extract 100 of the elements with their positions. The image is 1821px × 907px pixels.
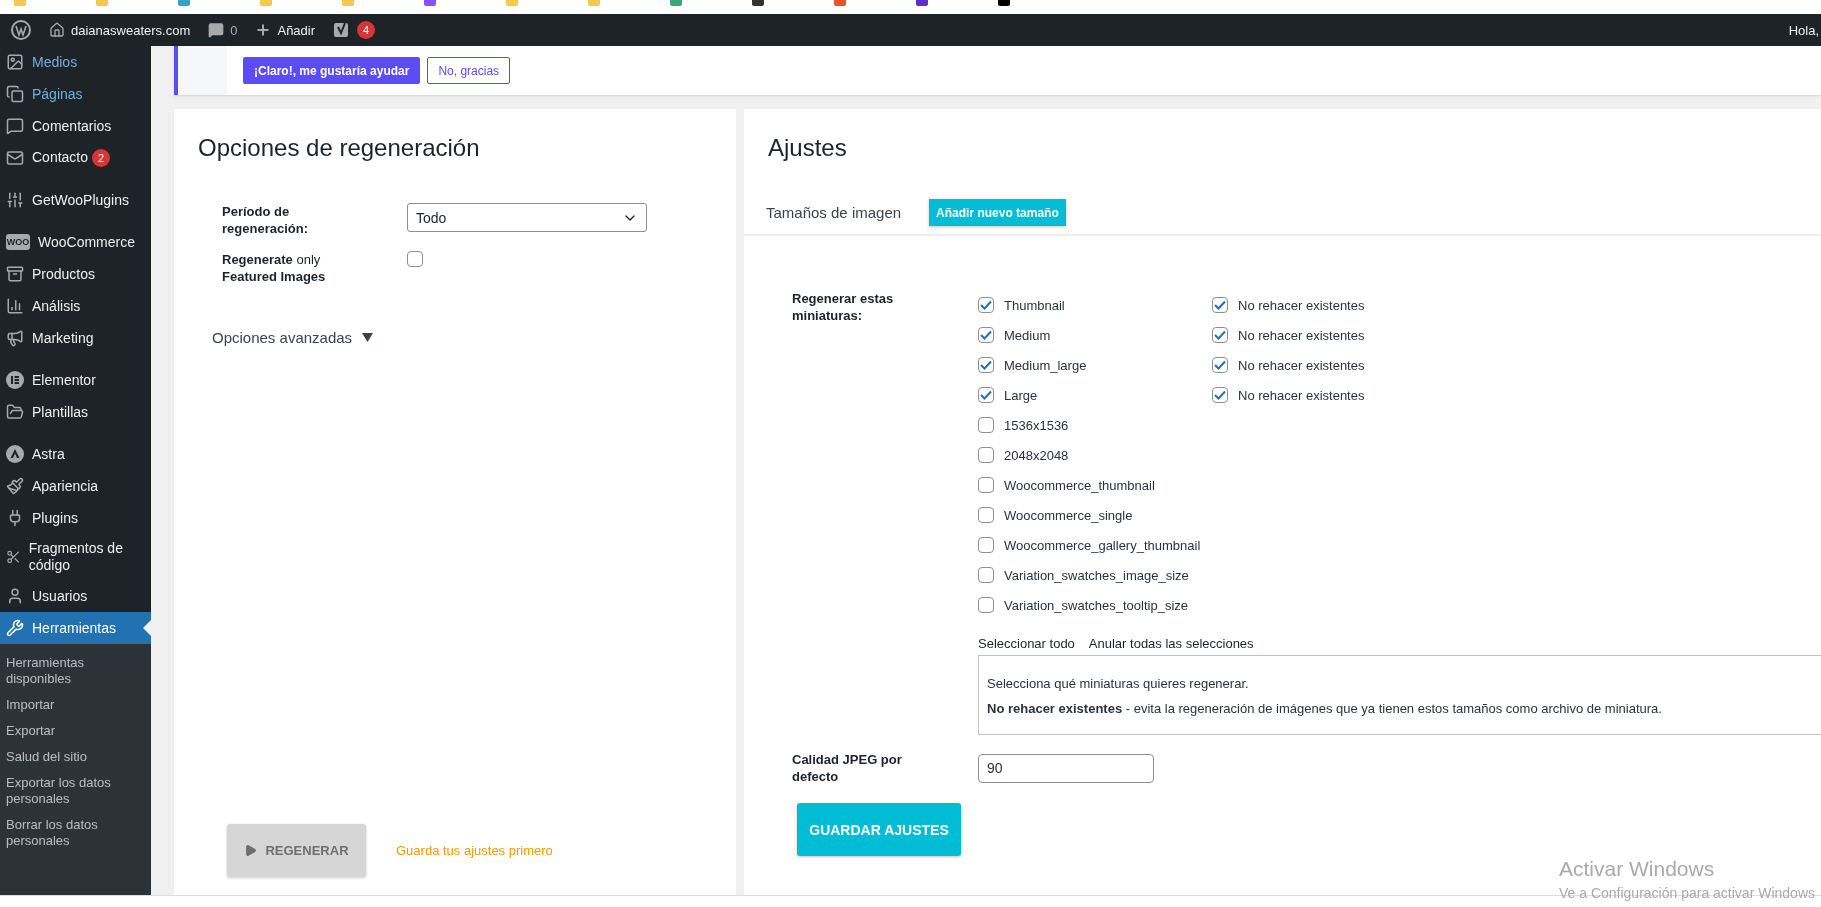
site-link[interactable]: daianasweaters.com (40, 14, 200, 46)
bookmark-icon[interactable] (916, 0, 928, 6)
triangle-down-icon[interactable] (362, 333, 374, 342)
checkbox[interactable] (978, 297, 994, 313)
hint-text: Guarda tus ajustes primero (396, 843, 553, 858)
greeting-text[interactable]: Hola, (1788, 22, 1821, 38)
sidebar-item[interactable]: Productos (0, 258, 151, 290)
description-text: No rehacer existentes - evita la regeneración de imágenes que ya tienen estos tamaños como archivo de miniatura. (987, 701, 1663, 716)
accept-button[interactable]: ¡Claro!, me gustaría ayudar (243, 57, 421, 84)
submenu-item[interactable]: Exportar (0, 718, 151, 744)
speech-bubble-icon (6, 117, 24, 135)
seo-menu[interactable]: 4 (324, 14, 385, 46)
advanced-options-toggle[interactable]: Opciones avanzadas (212, 329, 353, 346)
checkbox[interactable] (978, 507, 994, 523)
sliders-icon (6, 191, 24, 209)
home-icon (49, 22, 65, 38)
checkbox[interactable] (978, 387, 994, 403)
sidebar-item[interactable]: Plantillas (0, 396, 151, 428)
checkbox-label: No rehacer existentes (1238, 327, 1365, 343)
checkbox[interactable] (407, 251, 423, 267)
field-label: Regenerar estas miniaturas: (792, 290, 895, 325)
checkbox-label: Medium (1004, 327, 1051, 343)
activation-title: Activar Windows (1558, 857, 1716, 881)
submenu-item[interactable]: Exportar los datos personales (0, 770, 151, 812)
count-badge: 2 (91, 149, 110, 168)
sidebar-item[interactable]: Elementor (0, 364, 151, 396)
checkbox-label: Large (1004, 387, 1038, 403)
archive-icon (6, 265, 24, 283)
checkbox-label: Variation_swatches_image_size (1004, 567, 1189, 583)
scissors-icon (6, 548, 21, 566)
selection-link[interactable]: Seleccionar todo (978, 636, 1075, 651)
panel-title: Opciones de regeneración (197, 133, 481, 163)
checkbox[interactable] (1212, 357, 1228, 373)
checkbox[interactable] (978, 597, 994, 613)
checkbox-label: Woocommerce_thumbnail (1004, 477, 1155, 493)
field-label: Período de regeneración: (222, 203, 309, 237)
checkbox-label: No rehacer existentes (1238, 387, 1365, 403)
sidebar-item[interactable]: Plugins (0, 502, 151, 534)
checkbox[interactable] (978, 417, 994, 433)
wrench-icon (6, 619, 24, 637)
envelope-icon (6, 149, 24, 167)
notification-badge: 4 (357, 21, 376, 39)
bookmark-icon[interactable] (998, 0, 1010, 6)
sidebar-item[interactable]: Contacto 2 (0, 142, 151, 174)
checkbox[interactable] (1212, 327, 1228, 343)
checkbox[interactable] (978, 567, 994, 583)
elementor-icon (6, 371, 24, 389)
activation-subtitle: Ve a Configuración para activar Windows (1558, 885, 1815, 901)
field-label: Calidad JPEG por defecto (792, 751, 903, 785)
new-link[interactable]: Añadir (246, 14, 325, 46)
checkbox[interactable] (1212, 387, 1228, 403)
paintbrush-icon (6, 477, 24, 495)
checkbox-label: 2048x2048 (1004, 447, 1069, 463)
submenu-item[interactable]: Herramientas disponibles (0, 650, 151, 692)
sidebar-item[interactable]: Usuarios (0, 580, 151, 612)
sidebar-item[interactable]: WOO WooCommerce (0, 226, 151, 258)
field-label: Regenerate only Featured Images (222, 251, 327, 285)
sidebar-item[interactable]: Fragmentos de código (0, 534, 151, 580)
checkbox[interactable] (1212, 297, 1228, 313)
checkbox[interactable] (978, 327, 994, 343)
checkbox-label: 1536x1536 (1004, 417, 1069, 433)
sidebar-item[interactable]: Apariencia (0, 470, 151, 502)
selection-link[interactable]: Anular todas las selecciones (1088, 636, 1254, 651)
sidebar-item[interactable]: Análisis (0, 290, 151, 322)
checkbox[interactable] (978, 447, 994, 463)
panel-title: Ajustes (767, 133, 848, 163)
checkbox[interactable] (978, 357, 994, 373)
checkbox-label: Woocommerce_gallery_thumbnail (1004, 537, 1201, 553)
sidebar-item[interactable]: Páginas (0, 78, 151, 110)
megaphone-icon (6, 329, 24, 347)
tab[interactable]: Tamaños de imagen (766, 204, 902, 221)
sidebar-item[interactable]: Marketing (0, 322, 151, 354)
checkbox-label: No rehacer existentes (1238, 357, 1365, 373)
period-select[interactable]: Todo (407, 203, 647, 232)
play-icon (244, 844, 258, 857)
checkbox-label: Medium_large (1004, 357, 1087, 373)
jpeg-quality-input[interactable]: 90 (978, 753, 1154, 783)
decline-button[interactable]: No, gracias (427, 57, 511, 84)
description-text: Selecciona qué miniaturas quieres regenerar. (987, 676, 1250, 691)
comments-link[interactable]: 0 (199, 14, 247, 46)
checkbox[interactable] (978, 477, 994, 493)
checkbox-label: Woocommerce_single (1004, 507, 1133, 523)
submenu-item[interactable]: Salud del sitio (0, 744, 151, 770)
sidebar-item[interactable]: Medios (0, 46, 151, 78)
image-icon (6, 53, 24, 71)
bookmark-icon[interactable] (752, 0, 764, 6)
checkbox[interactable] (978, 537, 994, 553)
sidebar-item[interactable]: Astra (0, 438, 151, 470)
checkbox-label: Thumbnail (1004, 297, 1065, 313)
sidebar-item[interactable]: Herramientas (0, 612, 151, 644)
submenu-item[interactable]: Importar (0, 692, 151, 718)
woo-icon: WOO (6, 234, 30, 250)
submenu-item[interactable]: Borrar los datos personales (0, 812, 151, 854)
pages-icon (6, 85, 24, 103)
astra-icon (6, 445, 24, 463)
sidebar-item[interactable]: Comentarios (0, 110, 151, 142)
folder-icon (6, 403, 24, 421)
checkbox-label: Variation_swatches_tooltip_size (1004, 597, 1189, 613)
sidebar-item[interactable]: GetWooPlugins (0, 184, 151, 216)
checkbox-label: No rehacer existentes (1238, 297, 1365, 313)
